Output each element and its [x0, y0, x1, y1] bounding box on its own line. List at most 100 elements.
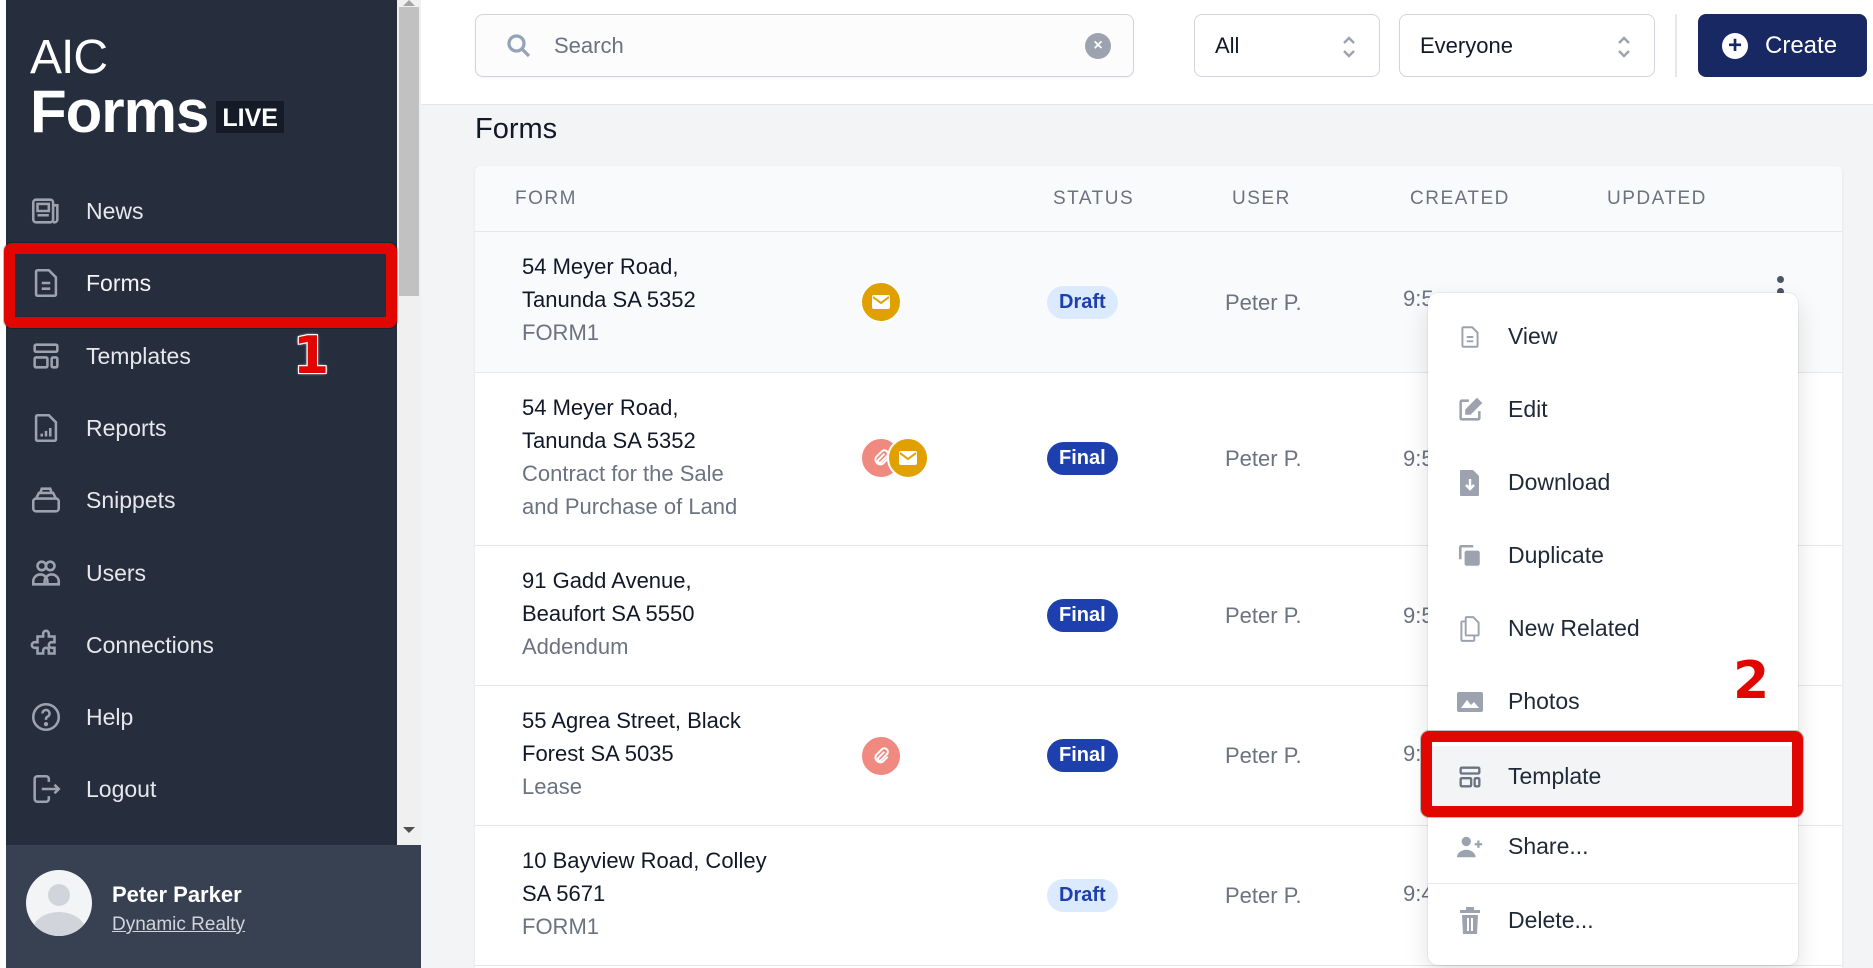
form-type: FORM1 — [522, 316, 599, 349]
filter-user-value: Everyone — [1420, 32, 1513, 58]
logout-icon — [28, 771, 64, 807]
copy-icon — [1456, 615, 1484, 643]
sidebar-item-help[interactable]: Help — [0, 681, 397, 753]
menu-item-download[interactable]: Download — [1428, 452, 1798, 512]
filter-user-select[interactable]: Everyone — [1399, 14, 1655, 77]
edit-icon — [1456, 396, 1484, 424]
row-user: Peter P. — [1225, 603, 1302, 628]
sidebar-scrollbar[interactable] — [397, 0, 421, 845]
menu-item-share[interactable]: Share... — [1428, 816, 1798, 876]
search-input[interactable] — [554, 27, 1034, 65]
sidebar-item-snippets[interactable]: Snippets — [0, 464, 397, 536]
users-icon — [28, 555, 64, 591]
address-line: 55 Agrea Street, Black — [522, 708, 741, 733]
puzzle-icon — [28, 627, 64, 663]
filter-type-value: All — [1215, 32, 1240, 58]
avatar-body — [32, 912, 86, 936]
menu-item-label: Photos — [1508, 687, 1580, 714]
form-type: Lease — [522, 770, 582, 803]
menu-separator — [1428, 883, 1798, 884]
menu-item-label: Download — [1508, 468, 1611, 495]
column-header-updated[interactable]: UPDATED — [1607, 188, 1707, 210]
address-line: SA 5671 — [522, 881, 606, 906]
filter-type-select[interactable]: All — [1194, 14, 1380, 77]
menu-item-label: Delete... — [1508, 906, 1594, 933]
menu-item-label: View — [1508, 322, 1558, 349]
row-created: 9: — [1403, 741, 1422, 766]
menu-item-duplicate[interactable]: Duplicate — [1428, 525, 1798, 585]
create-label: Create — [1765, 32, 1838, 59]
toolbar-divider — [1675, 14, 1677, 77]
sidebar-item-label: Users — [86, 559, 147, 586]
row-user: Peter P. — [1225, 883, 1302, 908]
form-type-line: and Purchase of Land — [522, 494, 738, 519]
address-line: 54 Meyer Road, — [522, 395, 679, 420]
sidebar-item-reports[interactable]: Reports — [0, 392, 397, 464]
sidebar: AIC Forms LIVE News Forms Templates Repo… — [0, 0, 397, 968]
attachment-icon — [860, 735, 902, 777]
menu-item-label: Share... — [1508, 832, 1589, 859]
menu-item-template[interactable]: Template — [1428, 746, 1798, 806]
sidebar-item-forms[interactable]: Forms — [0, 247, 397, 319]
sidebar-item-label: News — [86, 197, 144, 224]
logo-forms: Forms — [30, 78, 209, 145]
sidebar-item-users[interactable]: Users — [0, 537, 397, 609]
template-icon — [28, 338, 64, 374]
scrollbar-thumb[interactable] — [399, 7, 419, 296]
form-type-line: FORM1 — [522, 320, 599, 345]
create-button[interactable]: + Create — [1698, 14, 1867, 77]
logo-live-badge: LIVE — [216, 101, 284, 133]
plus-circle-icon: + — [1722, 33, 1748, 59]
form-address: 91 Gadd Avenue, Beaufort SA 5550 — [522, 564, 694, 630]
report-icon — [28, 410, 64, 446]
sidebar-item-logout[interactable]: Logout — [0, 753, 397, 825]
email-icon — [860, 281, 902, 323]
menu-item-delete[interactable]: Delete... — [1428, 890, 1798, 950]
user-name: Peter Parker — [112, 882, 242, 907]
document-icon — [1456, 323, 1484, 351]
avatar-head — [48, 884, 70, 906]
menu-item-view[interactable]: View — [1428, 306, 1798, 366]
column-header-created[interactable]: CREATED — [1410, 188, 1510, 210]
menu-item-edit[interactable]: Edit — [1428, 379, 1798, 439]
user-organization-link[interactable]: Dynamic Realty — [112, 914, 245, 936]
sidebar-item-templates[interactable]: Templates — [0, 320, 397, 392]
sidebar-item-label: Reports — [86, 414, 167, 441]
avatar[interactable] — [26, 870, 92, 936]
menu-item-photos[interactable]: Photos — [1428, 671, 1798, 731]
sidebar-item-label: Snippets — [86, 486, 176, 513]
form-address: 54 Meyer Road, Tanunda SA 5352 — [522, 391, 696, 457]
sidebar-item-label: Templates — [86, 342, 191, 369]
form-type-line: FORM1 — [522, 914, 599, 939]
sidebar-item-news[interactable]: News — [0, 175, 397, 247]
snippets-icon — [28, 482, 64, 518]
status-badge: Final — [1047, 739, 1118, 772]
sidebar-item-label: Logout — [86, 775, 157, 802]
column-header-status[interactable]: STATUS — [1053, 188, 1134, 210]
email-icon — [887, 437, 929, 479]
form-type: FORM1 — [522, 910, 599, 943]
menu-item-label: Edit — [1508, 395, 1548, 422]
trash-icon — [1456, 907, 1484, 935]
sidebar-item-label: Forms — [86, 269, 152, 296]
form-address: 55 Agrea Street, Black Forest SA 5035 — [522, 704, 741, 770]
form-type-line: Lease — [522, 774, 582, 799]
logo-aic: AIC — [30, 31, 108, 84]
status-badge: Draft — [1047, 879, 1118, 912]
scroll-down-arrow-icon[interactable] — [403, 827, 415, 833]
form-type: Addendum — [522, 630, 628, 663]
menu-item-label: Template — [1508, 762, 1602, 789]
app-logo[interactable]: AIC Forms LIVE — [30, 34, 284, 142]
clear-search-icon[interactable]: × — [1085, 33, 1111, 59]
scroll-up-arrow-icon[interactable] — [403, 0, 415, 6]
column-header-form[interactable]: FORM — [515, 188, 577, 210]
column-header-user[interactable]: USER — [1232, 188, 1291, 210]
search-icon — [504, 31, 534, 66]
sidebar-item-label: Connections — [86, 631, 214, 658]
download-icon — [1456, 469, 1484, 497]
sidebar-item-connections[interactable]: Connections — [0, 609, 397, 681]
search-box[interactable]: × — [475, 14, 1134, 77]
menu-item-new-related[interactable]: New Related — [1428, 598, 1798, 658]
address-line: Forest SA 5035 — [522, 741, 674, 766]
address-line: Tanunda SA 5352 — [522, 428, 696, 453]
